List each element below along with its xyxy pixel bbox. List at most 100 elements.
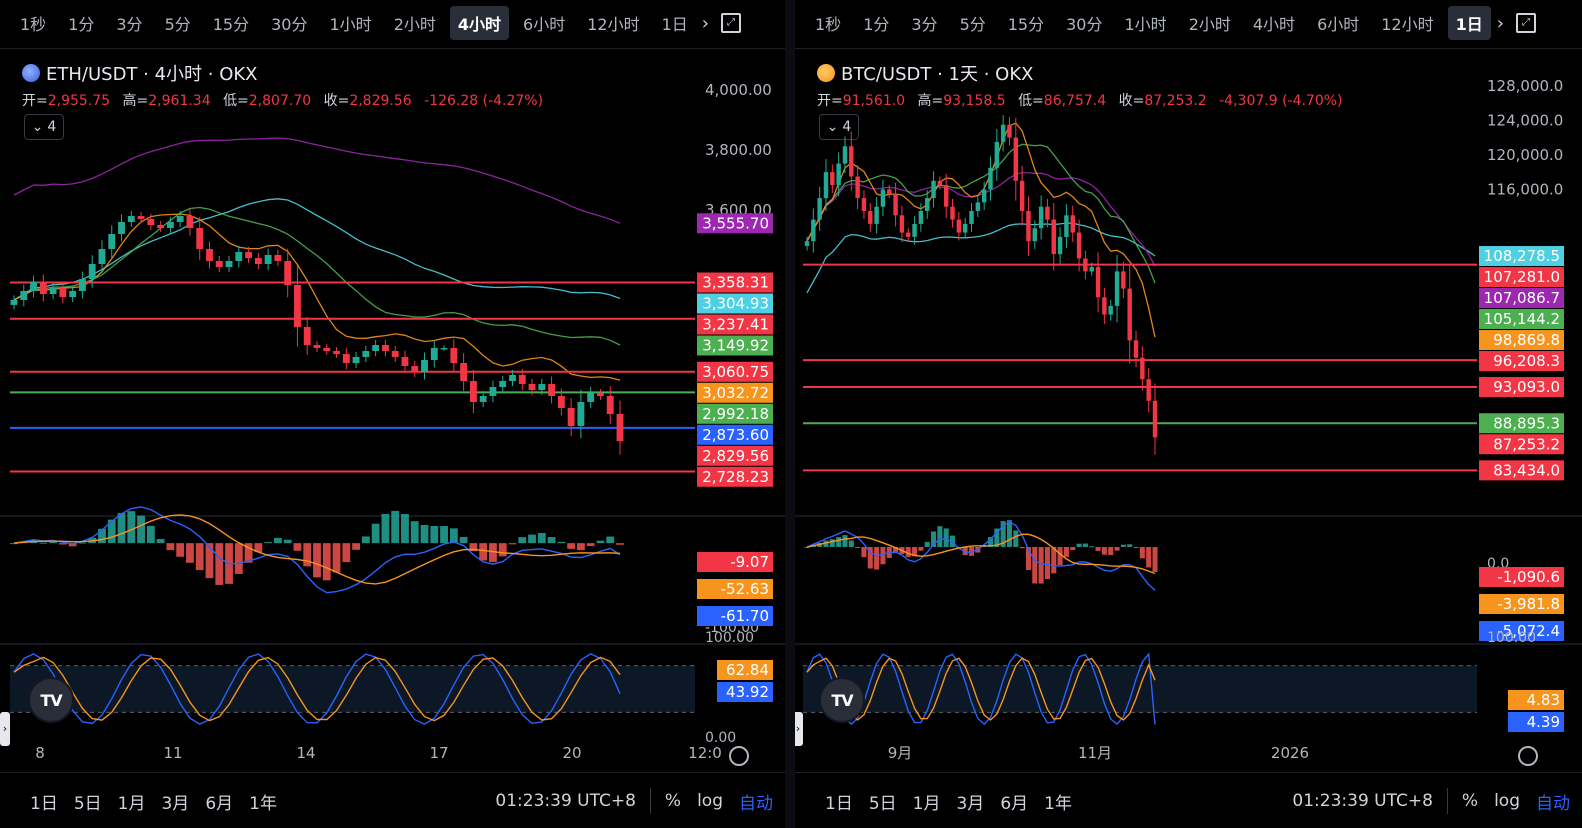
- macd-histogram-bar: [420, 525, 429, 544]
- stoch-value-text: 62.84: [726, 661, 769, 679]
- tradingview-logo[interactable]: TV: [28, 677, 74, 723]
- candle-body: [78, 279, 86, 291]
- auto-scale-toggle[interactable]: 自动: [1536, 789, 1570, 814]
- settings-gear-icon[interactable]: [1518, 746, 1538, 766]
- candle-body: [811, 219, 816, 242]
- price-label-text: 3,237.41: [702, 316, 769, 334]
- range-4[interactable]: 6月: [1000, 789, 1028, 814]
- candle-body: [817, 198, 822, 220]
- candle-body: [509, 375, 516, 381]
- range-2[interactable]: 1月: [913, 789, 941, 814]
- candle-body: [1108, 305, 1113, 315]
- range-0[interactable]: 1日: [30, 789, 58, 814]
- macd-histogram-bar: [293, 543, 302, 551]
- eth-chart-pane[interactable]: 1秒 1分 3分 5分 15分 30分 1小时 2小时 4小时 6小时 12小时 1日 › ⤢ ETH/U…: [0, 0, 785, 828]
- candle-body: [906, 232, 911, 237]
- range-2[interactable]: 1月: [118, 789, 146, 814]
- range-5[interactable]: 1年: [1044, 789, 1072, 814]
- range-5[interactable]: 1年: [249, 789, 277, 814]
- macd-histogram-bar: [836, 537, 842, 547]
- macd-histogram-bar: [127, 511, 136, 544]
- stoch-value-text: 4.39: [1527, 713, 1560, 731]
- eth-chart-canvas[interactable]: 4,000.003,800.003,600.003,555.703,358.31…: [0, 0, 785, 772]
- macd-histogram-bar: [1082, 543, 1088, 547]
- candle-body: [616, 414, 624, 442]
- macd-value-text: -1,090.6: [1497, 568, 1560, 586]
- candle-body: [1026, 210, 1031, 242]
- clock-readout[interactable]: 01:23:39 UTC+8: [495, 791, 636, 811]
- macd-histogram-bar: [234, 543, 243, 574]
- range-4[interactable]: 6月: [205, 789, 233, 814]
- price-label-text: 2,873.60: [702, 426, 769, 444]
- macd-histogram-bar: [937, 526, 943, 547]
- macd-histogram-bar: [1127, 544, 1133, 547]
- settings-gear-icon[interactable]: [729, 746, 749, 766]
- range-0[interactable]: 1日: [825, 789, 853, 814]
- candle-body: [1095, 267, 1101, 298]
- candle-body: [1133, 340, 1139, 358]
- candle-body: [956, 219, 962, 233]
- log-scale-toggle[interactable]: log: [697, 791, 723, 811]
- macd-histogram-bar: [1139, 547, 1145, 559]
- percent-scale-toggle[interactable]: %: [1462, 791, 1478, 811]
- x-tick-label: 20: [562, 744, 581, 762]
- price-label-text: 96,208.3: [1493, 352, 1560, 370]
- macd-histogram-bar: [1101, 547, 1107, 555]
- candle-body: [323, 348, 331, 351]
- candle-body: [206, 249, 213, 261]
- price-label-text: 2,992.18: [702, 405, 769, 423]
- candle-body: [39, 282, 47, 294]
- candle-body: [823, 172, 829, 199]
- log-scale-toggle[interactable]: log: [1494, 791, 1520, 811]
- macd-histogram-bar: [567, 543, 576, 549]
- macd-histogram-bar: [1070, 547, 1076, 551]
- x-tick-label: 11: [163, 744, 182, 762]
- candle-body: [899, 215, 905, 233]
- candle-body: [1102, 297, 1107, 315]
- percent-scale-toggle[interactable]: %: [665, 791, 681, 811]
- collapse-handle[interactable]: ›: [795, 712, 803, 746]
- macd-histogram-bar: [1133, 547, 1139, 548]
- btc-chart-canvas[interactable]: 128,000.0 124,000.0 120,000.0 116,000.0 108,…: [795, 0, 1582, 772]
- clock-readout[interactable]: 01:23:39 UTC+8: [1292, 791, 1433, 811]
- macd-histogram-bar: [410, 521, 419, 544]
- range-3[interactable]: 3月: [161, 789, 189, 814]
- candle-body: [969, 210, 974, 224]
- macd-histogram-bar: [78, 542, 87, 544]
- macd-value-text: -9.07: [730, 553, 769, 571]
- price-label-text: 3,032.72: [702, 384, 769, 402]
- candle-body: [874, 206, 879, 224]
- macd-histogram-bar: [98, 528, 106, 544]
- macd-histogram-bar: [880, 547, 886, 565]
- candle-body: [254, 258, 262, 264]
- price-label-text: 3,304.93: [702, 295, 769, 313]
- auto-scale-toggle[interactable]: 自动: [739, 789, 773, 814]
- macd-histogram-bar: [215, 543, 224, 585]
- y-tick-label: 4,000.00: [705, 81, 772, 99]
- tradingview-logo[interactable]: TV: [819, 677, 865, 723]
- candle-body: [1000, 124, 1006, 142]
- macd-histogram-bar: [459, 536, 468, 544]
- candle-body: [548, 384, 556, 396]
- range-3[interactable]: 3月: [956, 789, 984, 814]
- moving-average-line: [806, 222, 1156, 294]
- candle-body: [411, 366, 419, 372]
- x-tick-label: 14: [296, 744, 315, 762]
- price-label-text: 105,144.2: [1484, 310, 1560, 328]
- candle-body: [528, 384, 536, 390]
- macd-histogram-bar: [1044, 547, 1050, 580]
- candle-body: [597, 393, 604, 396]
- collapse-handle[interactable]: ›: [0, 712, 10, 746]
- candle-body: [880, 189, 886, 207]
- range-1[interactable]: 5日: [74, 789, 102, 814]
- candle-body: [49, 288, 57, 294]
- range-1[interactable]: 5日: [869, 789, 897, 814]
- y-tick-label: 3,800.00: [705, 141, 772, 159]
- macd-histogram-bar: [1038, 547, 1044, 584]
- macd-histogram-bar: [586, 543, 595, 547]
- macd-histogram-bar: [273, 537, 282, 544]
- candle-body: [931, 180, 936, 199]
- macd-histogram-bar: [371, 523, 380, 544]
- btc-chart-pane[interactable]: 1秒 1分 3分 5分 15分 30分 1小时 2小时 4小时 6小时 12小时 1日 › ⤢ BTC/U…: [795, 0, 1582, 828]
- macd-histogram-bar: [943, 528, 949, 547]
